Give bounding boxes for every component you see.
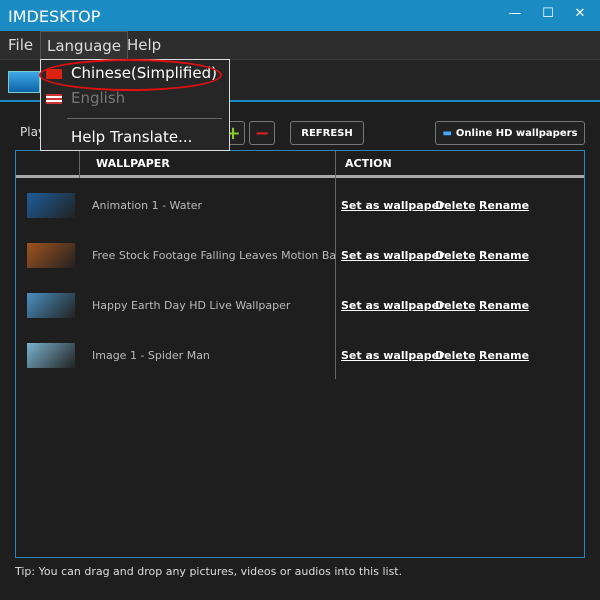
wallpaper-thumbnail [27,243,75,268]
menu-item-english[interactable]: English [71,89,125,107]
online-wallpapers-button[interactable]: ▬ Online HD wallpapers [435,121,585,145]
clapboard-icon: ▬ [442,127,452,139]
set-wallpaper-link[interactable]: Set as wallpaper [341,249,444,262]
separator [67,118,222,119]
tip-text: Tip: You can drag and drop any pictures,… [15,565,403,578]
table-row[interactable]: Free Stock Footage Falling Leaves Motion… [16,230,584,280]
wallpaper-name: Happy Earth Day HD Live Wallpaper [92,299,291,312]
rename-link[interactable]: Rename [479,199,529,212]
table-header: WALLPAPER ACTION [16,151,584,178]
rename-link[interactable]: Rename [479,349,529,362]
menu-file[interactable]: File [2,31,39,60]
app-title: IMDESKTOP [8,7,101,26]
minimize-button[interactable]: — [505,6,525,21]
rename-link[interactable]: Rename [479,299,529,312]
menu-help[interactable]: Help [121,31,167,60]
delete-link[interactable]: Delete [435,299,476,312]
wallpaper-thumbnail [27,193,75,218]
wallpaper-name: Animation 1 - Water [92,199,203,212]
wallpaper-tab-icon[interactable] [8,71,40,93]
wallpaper-name: Image 1 - Spider Man [92,349,210,362]
menu-language[interactable]: Language [40,31,129,60]
close-button[interactable]: ✕ [570,6,590,21]
table-row[interactable]: Happy Earth Day HD Live Wallpaper Set as… [16,280,584,330]
set-wallpaper-link[interactable]: Set as wallpaper [341,199,444,212]
wallpaper-table: WALLPAPER ACTION Animation 1 - Water Set… [15,150,585,558]
set-wallpaper-link[interactable]: Set as wallpaper [341,349,444,362]
rename-link[interactable]: Rename [479,249,529,262]
online-label: Online HD wallpapers [455,127,578,139]
wallpaper-thumbnail [27,293,75,318]
us-flag-icon [46,94,62,104]
menu-bar: File Language Help [0,31,600,60]
wallpaper-thumbnail [27,343,75,368]
table-row[interactable]: Animation 1 - Water Set as wallpaper Del… [16,180,584,230]
header-action: ACTION [345,157,392,170]
set-wallpaper-link[interactable]: Set as wallpaper [341,299,444,312]
delete-link[interactable]: Delete [435,249,476,262]
refresh-button[interactable]: REFRESH [290,121,364,145]
wallpaper-name: Free Stock Footage Falling Leaves Motion… [92,249,335,262]
table-row[interactable]: Image 1 - Spider Man Set as wallpaper De… [16,330,584,380]
menu-item-help-translate[interactable]: Help Translate... [71,128,192,146]
language-dropdown: Chinese(Simplified) English Help Transla… [39,59,230,151]
delete-link[interactable]: Delete [435,349,476,362]
highlight-ellipse [39,59,222,91]
header-wallpaper: WALLPAPER [96,157,170,170]
remove-button[interactable]: − [249,121,275,145]
maximize-button[interactable]: ☐ [538,6,558,21]
delete-link[interactable]: Delete [435,199,476,212]
